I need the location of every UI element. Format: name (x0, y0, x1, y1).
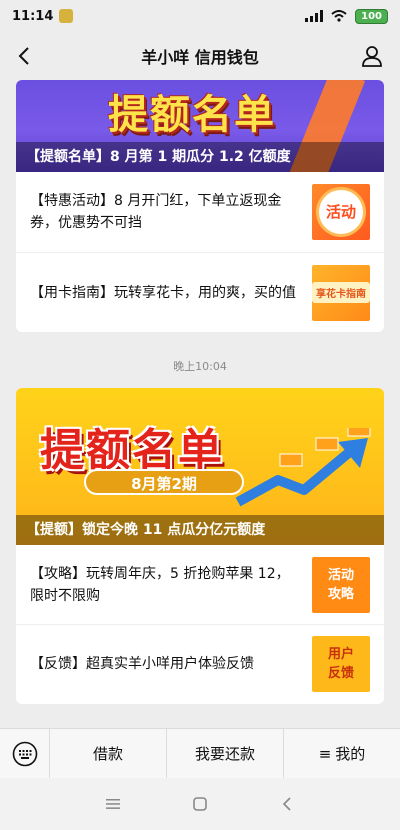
banner-2[interactable]: 提额名单 8月第2期 【提额】锁定今晚 11 点瓜分亿元额度 (16, 388, 384, 545)
list-item-text: 【用卡指南】玩转享花卡，用的爽，买的值 (30, 284, 296, 301)
status-right: 100 (305, 8, 388, 24)
profile-button[interactable] (358, 42, 386, 70)
banner-2-caption: 【提额】锁定今晚 11 点瓜分亿元额度 (16, 515, 384, 545)
activity-thumbnail: 活动 (312, 184, 370, 240)
thumbnail-line: 用户 (327, 647, 354, 662)
guide-thumbnail-label: 享花卡指南 (312, 282, 370, 303)
message-timestamp: 晚上10:04 (173, 360, 227, 373)
system-home-button[interactable] (185, 789, 215, 819)
menu-label: 我要还款 (194, 745, 255, 763)
menu-borrow-button[interactable]: 借款 (50, 728, 167, 779)
thumbnail-line: 反馈 (327, 666, 354, 681)
guide-thumbnail: 享花卡指南 (312, 264, 370, 321)
home-square-icon (193, 797, 207, 811)
list-item-text: 【特惠活动】8 月开门红，下单立返现金券，优惠势不可挡 (30, 193, 282, 231)
keyboard-toggle-button[interactable] (0, 728, 50, 779)
message-card-2: 提额名单 8月第2期 【提额】锁定今晚 11 点瓜分亿元额度 【攻略】玩转周年庆… (16, 388, 384, 704)
list-item[interactable]: 【特惠活动】8 月开门红，下单立返现金券，优惠势不可挡 活动 (16, 172, 384, 252)
chevron-left-icon (18, 47, 29, 65)
user-icon (362, 46, 382, 67)
banner-1-title: 提额名单 (108, 92, 276, 138)
signal-icon (305, 10, 324, 22)
status-bar: 11:14 100 (0, 0, 400, 32)
list-item-text: 【攻略】玩转周年庆，5 折抢购苹果 12，限时不限购 (30, 565, 290, 604)
banner-2-period-pill: 8月第2期 (84, 469, 244, 495)
wifi-icon (331, 10, 347, 22)
feedback-thumbnail: 用户 反馈 (312, 636, 370, 692)
list-item[interactable]: 【反馈】超真实羊小咩用户体验反馈 用户 反馈 (16, 624, 384, 703)
banner-1[interactable]: 提额名单 【提额名单】8 月第 1 期瓜分 1.2 亿额度 (16, 80, 384, 172)
rising-arrow-icon (235, 428, 371, 507)
keyboard-icon (12, 741, 37, 766)
message-card-1: 提额名单 【提额名单】8 月第 1 期瓜分 1.2 亿额度 【特惠活动】8 月开… (16, 80, 384, 332)
menu-label: 借款 (92, 745, 123, 763)
thumbnail-line: 攻略 (327, 586, 354, 602)
strategy-thumbnail: 活动 攻略 (312, 556, 370, 613)
submenu-indicator-icon: ≡ (318, 744, 332, 763)
menu-label: 我的 (335, 745, 366, 763)
back-button[interactable] (10, 42, 38, 70)
list-item[interactable]: 【用卡指南】玩转享花卡，用的爽，买的值 享花卡指南 (16, 252, 384, 332)
banner-1-caption: 【提额名单】8 月第 1 期瓜分 1.2 亿额度 (16, 142, 384, 172)
page-title: 羊小咩 信用钱包 (141, 48, 259, 67)
system-nav-bar (0, 778, 400, 830)
status-time: 11:14 (12, 8, 54, 24)
thumbnail-line: 活动 (327, 567, 354, 583)
nav-bar: 羊小咩 信用钱包 (0, 32, 400, 80)
back-triangle-icon (282, 797, 291, 811)
list-item-text: 【反馈】超真实羊小咩用户体验反馈 (30, 656, 254, 672)
system-menu-button[interactable] (98, 789, 128, 819)
menu-icon (106, 799, 121, 809)
app-notification-icon (59, 9, 74, 23)
system-back-button[interactable] (272, 789, 302, 819)
list-item[interactable]: 【攻略】玩转周年庆，5 折抢购苹果 12，限时不限购 活动 攻略 (16, 545, 384, 624)
activity-thumbnail-label: 活动 (319, 190, 363, 234)
menu-mine-button[interactable]: ≡ 我的 (284, 729, 400, 779)
battery-indicator: 100 (355, 8, 388, 24)
menu-repay-button[interactable]: 我要还款 (167, 728, 284, 779)
bottom-menu-bar: 借款 我要还款 ≡ 我的 (0, 728, 400, 779)
